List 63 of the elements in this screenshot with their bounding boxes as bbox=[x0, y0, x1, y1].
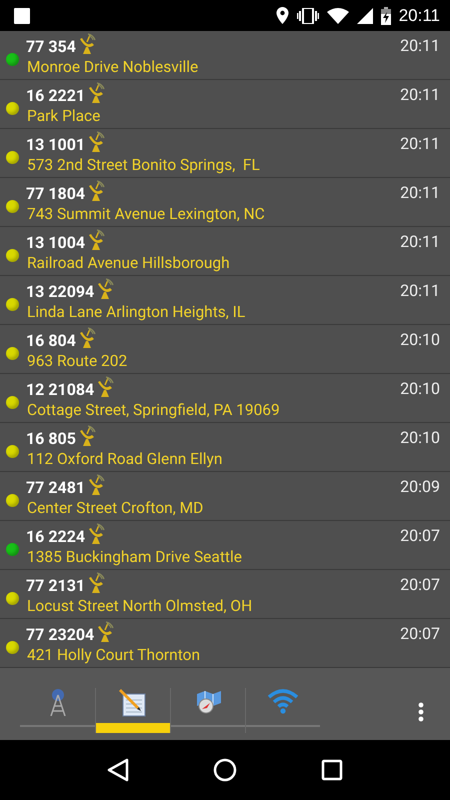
more-options-icon[interactable] bbox=[418, 702, 424, 722]
satellite-dish-icon bbox=[86, 82, 106, 104]
unit-number: 13 22094 bbox=[26, 282, 94, 300]
address-label: Center Street Crofton, MD bbox=[27, 499, 204, 517]
unit-number: 77 23204 bbox=[26, 624, 94, 644]
home-icon[interactable] bbox=[213, 758, 237, 782]
unit-number: 16 2224 bbox=[26, 526, 86, 546]
wifi-icon bbox=[326, 8, 349, 24]
address-label: 573 2nd Street Bonito Springs, FL bbox=[27, 156, 261, 174]
back-icon[interactable] bbox=[107, 758, 129, 782]
satellite-dish-icon bbox=[95, 376, 116, 398]
address-label: 963 Route 202 bbox=[27, 352, 128, 370]
address-label: 112 Oxford Road Glenn Ellyn bbox=[27, 450, 224, 468]
unit-number: 16 805 bbox=[26, 428, 76, 448]
satellite-dish-icon bbox=[86, 180, 106, 202]
time-label: 20:10 bbox=[400, 330, 440, 348]
unit-number: 77 354 bbox=[26, 36, 76, 56]
address-label: 421 Holly Court Thornton bbox=[27, 646, 202, 664]
address-label: 743 Summit Avenue Lexington, NC bbox=[27, 205, 266, 223]
tab[interactable] bbox=[95, 688, 170, 733]
unit-number: 16 804 bbox=[26, 330, 76, 350]
time-label: 20:10 bbox=[400, 428, 440, 446]
address-label: Monroe Drive Noblesville bbox=[27, 58, 200, 76]
time-label: 20:11 bbox=[400, 36, 440, 54]
clock-time: 20:11 bbox=[398, 6, 440, 26]
address-label: Cottage Street, Springfield, PA 19069 bbox=[27, 401, 281, 419]
address-label: Railroad Avenue Hillsborough bbox=[27, 254, 231, 272]
address-label: Park Place bbox=[27, 107, 102, 125]
address-label: Locust Street North Olmsted, OH bbox=[27, 597, 254, 615]
notification-icon bbox=[13, 6, 31, 24]
satellite-dish-icon bbox=[95, 621, 116, 643]
recents-icon[interactable] bbox=[321, 759, 343, 781]
time-label: 20:11 bbox=[400, 134, 440, 152]
unit-number: 16 2221 bbox=[26, 86, 86, 104]
time-label: 20:11 bbox=[400, 182, 440, 202]
time-label: 20:07 bbox=[400, 624, 440, 642]
time-label: 20:07 bbox=[400, 574, 440, 594]
notepad-pencil-icon bbox=[119, 688, 147, 718]
satellite-dish-icon bbox=[86, 474, 106, 496]
satellite-dish-icon bbox=[86, 523, 106, 545]
unit-number: 13 1004 bbox=[26, 232, 86, 252]
unit-number: 13 1001 bbox=[26, 134, 86, 154]
vibrate-icon bbox=[296, 8, 319, 24]
unit-number: 77 2481 bbox=[26, 478, 86, 496]
time-label: 20:07 bbox=[400, 526, 440, 544]
unit-number: 12 21084 bbox=[26, 380, 94, 398]
address-label: 1385 Buckingham Drive Seattle bbox=[27, 548, 243, 566]
time-label: 20:09 bbox=[400, 476, 440, 496]
wifi-icon bbox=[268, 688, 298, 714]
unit-number: 77 1804 bbox=[26, 184, 86, 202]
satellite-dish-icon bbox=[95, 278, 116, 300]
satellite-dish-icon bbox=[86, 572, 106, 594]
signal-icon bbox=[356, 8, 373, 24]
time-label: 20:11 bbox=[400, 232, 440, 250]
location-icon bbox=[276, 7, 289, 24]
unit-number: 77 2131 bbox=[26, 576, 86, 594]
satellite-dish-icon bbox=[86, 229, 106, 251]
battery-icon bbox=[380, 6, 391, 24]
time-label: 20:11 bbox=[400, 84, 440, 104]
time-label: 20:11 bbox=[400, 280, 440, 300]
address-label: Linda Lane Arlington Heights, IL bbox=[27, 303, 246, 321]
satellite-dish-icon bbox=[86, 131, 106, 153]
time-label: 20:10 bbox=[400, 378, 440, 398]
